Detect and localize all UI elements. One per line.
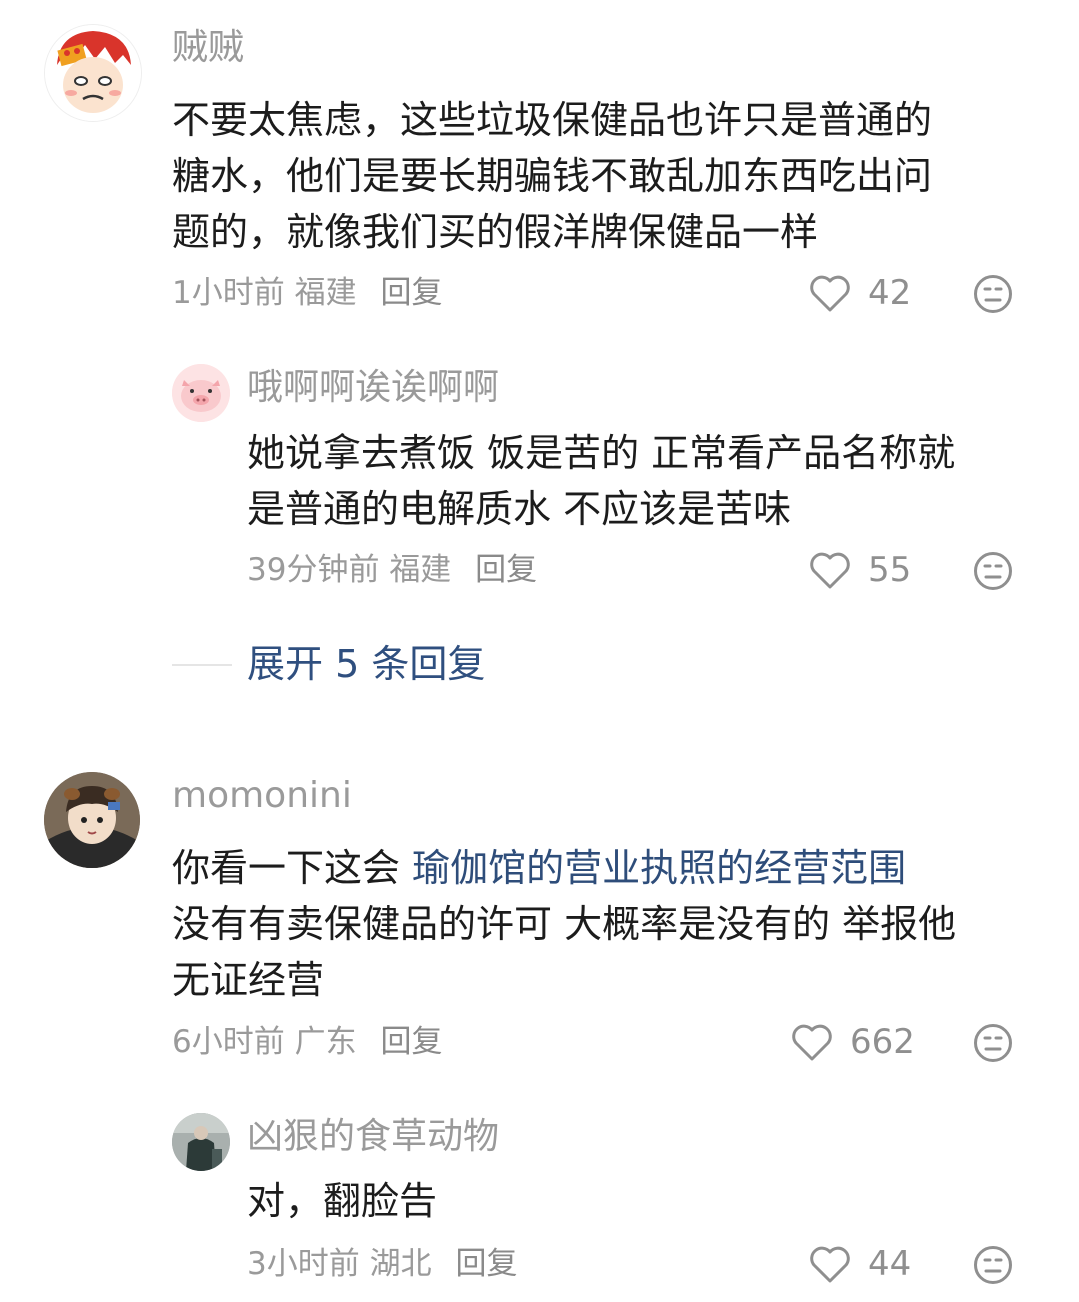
reply-username[interactable]: 凶狠的食草动物: [247, 1115, 499, 1159]
reply-text-line: 对，翻脸告: [247, 1179, 438, 1223]
doll-avatar-icon: [44, 772, 140, 868]
reply-time: 39分钟前: [247, 552, 380, 588]
search-link[interactable]: 瑜伽馆的营业执照的经营范围: [412, 846, 906, 890]
comment-meta: 1小时前 福建 回复: [172, 273, 442, 313]
heart-outline-icon: [810, 552, 850, 589]
avatar[interactable]: [44, 772, 140, 868]
heart-outline-icon: [792, 1024, 832, 1061]
like-button[interactable]: 55: [808, 550, 911, 590]
comment-text-line: 你看一下这会 瑜伽馆的营业执照的经营范围: [172, 840, 906, 896]
like-count: 44: [868, 1244, 912, 1284]
heart-outline-icon: [810, 1246, 850, 1283]
avatar[interactable]: [172, 1113, 230, 1171]
reply-button[interactable]: 回复: [455, 1246, 517, 1282]
comment-username[interactable]: 贼贼: [172, 26, 244, 70]
meh-face-icon[interactable]: [973, 274, 1013, 314]
like-button[interactable]: 44: [808, 1244, 911, 1284]
comment-text-line: 题的，就像我们买的假洋牌保健品一样: [172, 210, 819, 254]
avatar[interactable]: [172, 364, 230, 422]
heart-outline-icon: [810, 275, 850, 312]
comment-time: 1小时前: [172, 275, 285, 311]
like-button[interactable]: 662: [790, 1022, 915, 1062]
comment-text-line: 没有有卖保健品的许可 大概率是没有的 举报他: [172, 902, 957, 946]
reply-text-line: 是普通的电解质水 不应该是苦味: [247, 487, 792, 531]
expand-replies-button[interactable]: 展开 5 条回复: [247, 640, 485, 688]
comment-text-line: 无证经营: [172, 958, 325, 1002]
reply-meta: 39分钟前 福建 回复: [247, 550, 537, 590]
reply-location: 湖北: [369, 1246, 432, 1282]
comment-text: 你看一下这会: [172, 846, 413, 890]
like-count: 662: [850, 1022, 915, 1062]
comment-text-line: 不要太焦虑，这些垃圾保健品也许只是普通的: [172, 98, 933, 142]
comment-username[interactable]: momonini: [172, 774, 352, 818]
reply-username[interactable]: 哦啊啊诶诶啊啊: [247, 366, 499, 410]
reply-meta: 3小时前 湖北 回复: [247, 1244, 517, 1284]
avatar[interactable]: [44, 24, 142, 122]
comment-meta: 6小时前 广东 回复: [172, 1022, 442, 1062]
meh-face-icon[interactable]: [973, 1245, 1013, 1285]
comment-text-line: 糖水，他们是要长期骗钱不敢乱加东西吃出问: [172, 154, 933, 198]
reply-button[interactable]: 回复: [380, 1024, 442, 1060]
reply-button[interactable]: 回复: [380, 275, 442, 311]
expand-divider: [172, 664, 232, 666]
reply-button[interactable]: 回复: [475, 552, 537, 588]
reply-time: 3小时前: [247, 1246, 360, 1282]
like-count: 55: [868, 550, 912, 590]
pig-avatar-icon: [172, 364, 230, 422]
reply-location: 福建: [389, 552, 452, 588]
like-count: 42: [868, 273, 912, 313]
like-button[interactable]: 42: [808, 273, 911, 313]
comment-location: 广东: [294, 1024, 357, 1060]
meh-face-icon[interactable]: [973, 551, 1013, 591]
comment-location: 福建: [294, 275, 357, 311]
reply-text-line: 她说拿去煮饭 饭是苦的 正常看产品名称就: [247, 431, 956, 475]
cartoon-boy-avatar-icon: [45, 25, 141, 121]
comment-time: 6小时前: [172, 1024, 285, 1060]
meh-face-icon[interactable]: [973, 1023, 1013, 1063]
person-photo-avatar-icon: [172, 1113, 230, 1171]
